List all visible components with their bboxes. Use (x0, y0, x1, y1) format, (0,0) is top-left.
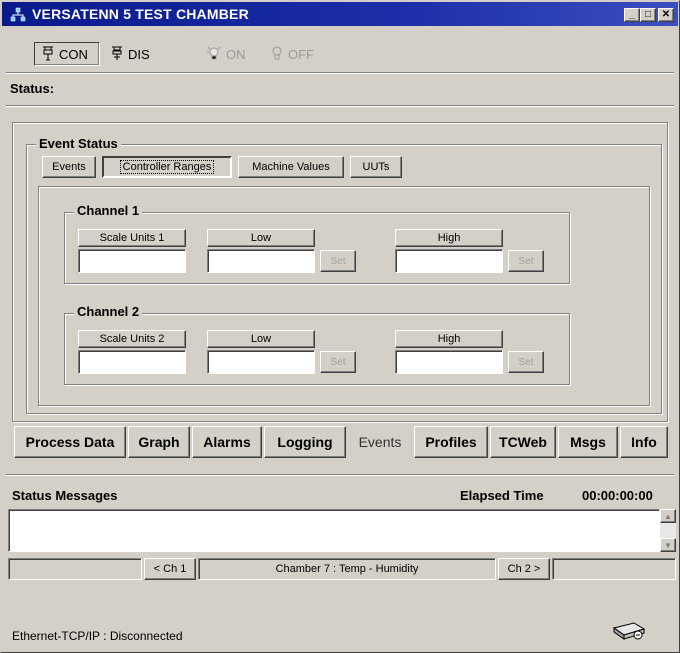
channel-1-low-input[interactable] (207, 249, 315, 273)
next-channel-button[interactable]: Ch 2 > (498, 558, 550, 580)
channel-1-high-label: High (395, 229, 503, 247)
tab-msgs[interactable]: Msgs (558, 426, 618, 458)
channel-2-low-input[interactable] (207, 350, 315, 374)
tab-process-data[interactable]: Process Data (14, 426, 126, 458)
channel-1-high-input[interactable] (395, 249, 503, 273)
prev-channel-button[interactable]: < Ch 1 (144, 558, 196, 580)
tabs-divider (6, 474, 674, 476)
tab-graph[interactable]: Graph (128, 426, 190, 458)
minimize-button[interactable]: _ (624, 8, 640, 22)
status-cell-right (552, 558, 676, 580)
scroll-up-icon[interactable]: ▲ (660, 509, 676, 523)
status-cell-left (8, 558, 142, 580)
channel-1-title: Channel 1 (74, 203, 143, 218)
status-label: Status: (10, 81, 55, 96)
channel-2-high-input[interactable] (395, 350, 503, 374)
scroll-down-icon[interactable]: ▼ (660, 538, 676, 552)
channel-2-scale-input[interactable] (78, 350, 186, 374)
channel-1-low-set-button[interactable]: Set (320, 250, 356, 272)
event-status-title: Event Status (36, 136, 121, 151)
connection-status: Ethernet-TCP/IP : Disconnected (12, 629, 183, 643)
channel-2-scale-label: Scale Units 2 (78, 330, 186, 348)
tab-alarms[interactable]: Alarms (192, 426, 262, 458)
channel-2-title: Channel 2 (74, 304, 143, 319)
disconnect-label: DIS (128, 46, 150, 62)
channel-1-scale-label: Scale Units 1 (78, 229, 186, 247)
tab-machine-values[interactable]: Machine Values (238, 156, 344, 178)
chamber-name: Chamber 7 : Temp - Humidity (198, 558, 496, 580)
channel-2-low-label: Low (207, 330, 315, 348)
tab-logging[interactable]: Logging (264, 426, 346, 458)
lamp-off-label: OFF (288, 46, 314, 62)
channel-1-high-set-button[interactable]: Set (508, 250, 544, 272)
tab-events[interactable]: Events (42, 156, 96, 178)
channel-2-high-label: High (395, 330, 503, 348)
window-title: VERSATENN 5 TEST CHAMBER (32, 6, 249, 22)
plug-disconnect-icon (110, 45, 124, 64)
scroll-track[interactable] (660, 523, 676, 538)
title-bar[interactable]: VERSATENN 5 TEST CHAMBER _ □ ✕ (2, 2, 678, 26)
connect-button[interactable]: CON (34, 42, 100, 66)
close-button[interactable]: ✕ (658, 8, 674, 22)
status-divider (6, 105, 674, 107)
tab-tcweb[interactable]: TCWeb (490, 426, 556, 458)
channel-1-low-label: Low (207, 229, 315, 247)
channel-2-low-set-button[interactable]: Set (320, 351, 356, 373)
channel-2-group (64, 313, 570, 385)
tab-controller-ranges[interactable]: Controller Ranges (102, 156, 232, 178)
tab-controller-ranges-label: Controller Ranges (119, 160, 215, 174)
lamp-on-label: ON (226, 46, 246, 62)
lamp-on-icon (206, 45, 222, 64)
modem-icon (612, 620, 646, 642)
lamp-off-icon (270, 45, 284, 64)
connect-label: CON (59, 46, 88, 62)
tab-uuts[interactable]: UUTs (350, 156, 402, 178)
channel-1-group (64, 212, 570, 284)
tab-profiles[interactable]: Profiles (414, 426, 488, 458)
status-messages-box[interactable] (8, 509, 660, 552)
status-messages-title: Status Messages (12, 488, 118, 503)
lamp-off-button[interactable]: OFF (264, 42, 334, 66)
elapsed-time-label: Elapsed Time (460, 488, 544, 503)
channel-2-high-set-button[interactable]: Set (508, 351, 544, 373)
tab-events-bottom[interactable]: Events (348, 426, 412, 458)
toolbar-divider (6, 72, 674, 74)
plug-connect-icon (41, 45, 55, 64)
network-icon (10, 7, 26, 23)
tab-info[interactable]: Info (620, 426, 668, 458)
maximize-button[interactable]: □ (640, 8, 656, 22)
elapsed-time-value: 00:00:00:00 (582, 488, 653, 503)
disconnect-button[interactable]: DIS (104, 42, 168, 66)
status-messages-scrollbar[interactable]: ▲ ▼ (660, 509, 676, 552)
channel-1-scale-input[interactable] (78, 249, 186, 273)
lamp-on-button[interactable]: ON (200, 42, 260, 66)
